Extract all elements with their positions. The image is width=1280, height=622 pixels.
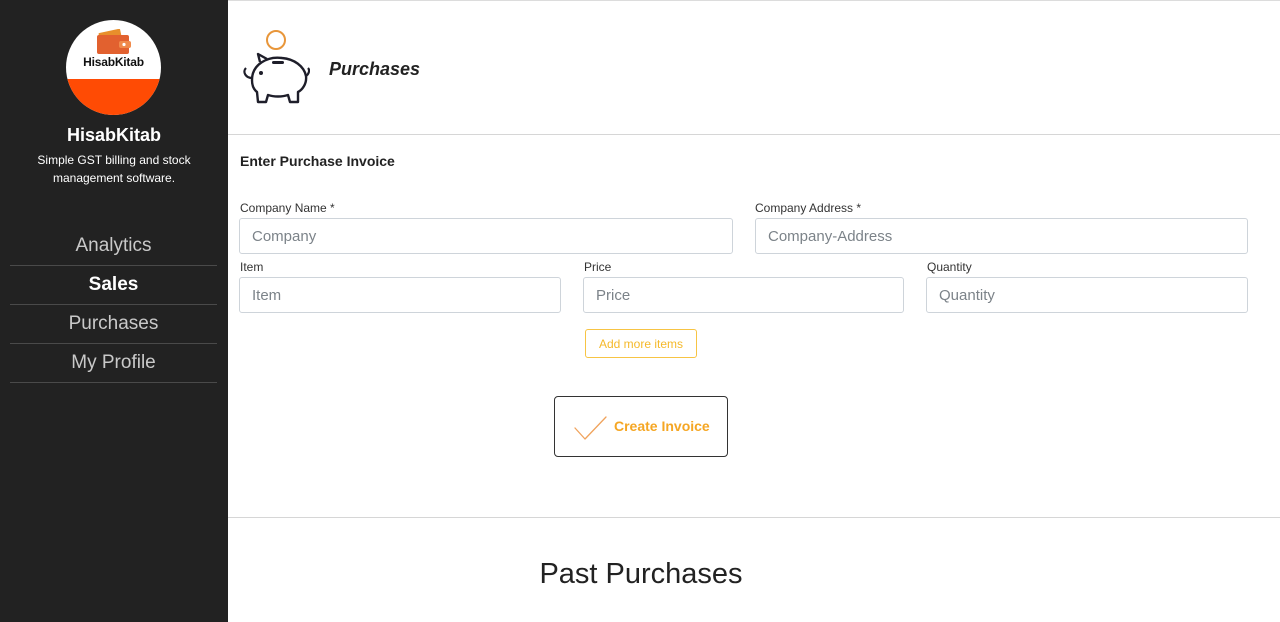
- past-purchases-heading: Past Purchases: [539, 558, 743, 590]
- logo-accent: [66, 79, 161, 115]
- price-input[interactable]: [583, 277, 904, 313]
- company-name-input[interactable]: [239, 218, 733, 254]
- company-name-label: Company Name *: [240, 201, 335, 215]
- sidebar-item-purchases[interactable]: Purchases: [10, 305, 217, 344]
- section-divider: [228, 517, 1280, 518]
- page-header: Purchases: [228, 1, 1280, 134]
- sidebar-item-sales[interactable]: Sales: [10, 266, 217, 305]
- logo-text: HisabKitab: [83, 55, 144, 69]
- brand-tagline: Simple GST billing and stock management …: [37, 153, 191, 185]
- quantity-label: Quantity: [927, 260, 972, 274]
- section-title: Enter Purchase Invoice: [240, 153, 395, 169]
- brand-logo: HisabKitab: [66, 20, 161, 115]
- item-input[interactable]: [239, 277, 561, 313]
- sidebar-item-analytics[interactable]: Analytics: [10, 227, 217, 266]
- sidebar: HisabKitab HisabKitab Simple GST billing…: [0, 0, 228, 622]
- company-address-input[interactable]: [755, 218, 1248, 254]
- sidebar-nav: Analytics Sales Purchases My Profile: [10, 227, 217, 383]
- sidebar-item-my-profile[interactable]: My Profile: [10, 344, 217, 383]
- checkmark-icon: [574, 416, 607, 440]
- quantity-input[interactable]: [926, 277, 1248, 313]
- price-label: Price: [584, 260, 612, 274]
- page-title: Purchases: [329, 59, 421, 79]
- item-label: Item: [240, 260, 264, 274]
- create-invoice-label: Create Invoice: [614, 418, 710, 434]
- company-address-label: Company Address *: [755, 201, 862, 215]
- header-divider: [228, 134, 1280, 135]
- piggy-bank-icon: [243, 30, 310, 104]
- brand-name: HisabKitab: [66, 125, 162, 145]
- add-more-items-button[interactable]: Add more items: [585, 329, 697, 358]
- wallet-icon: [97, 29, 131, 54]
- create-invoice-button[interactable]: Create Invoice: [554, 396, 728, 457]
